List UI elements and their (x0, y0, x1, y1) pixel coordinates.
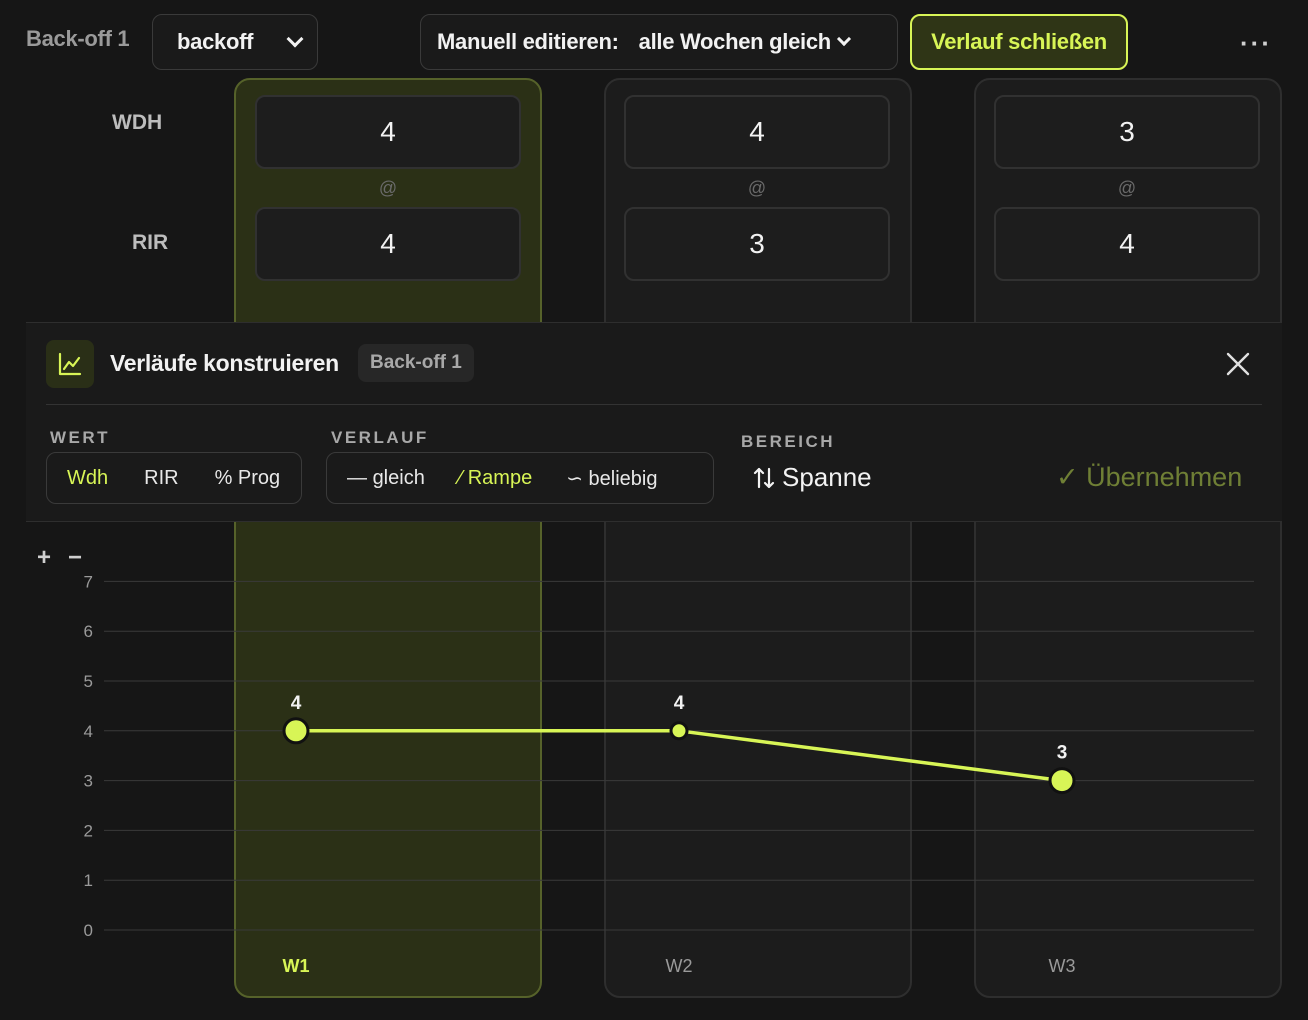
verlauf-label: VERLAUF (331, 428, 429, 447)
rir-row-label: RIR (132, 231, 169, 254)
wave-icon: ∽ (566, 467, 583, 490)
wert-option-rir[interactable]: RIR (144, 467, 178, 490)
edit-mode-label: Manuell editieren: (437, 29, 619, 54)
verlauf-segmented-control: — gleich ⁄ Rampe ∽ beliebig (326, 452, 714, 504)
x-category-label: W1 (283, 956, 310, 976)
range-value: Spanne (782, 462, 872, 492)
y-tick-label: 3 (84, 772, 93, 791)
wert-option-prog[interactable]: % Prog (215, 467, 281, 490)
wert-option-wdh[interactable]: Wdh (67, 467, 108, 490)
edit-mode-select[interactable]: Manuell editieren: alle Wochen gleich (420, 14, 898, 70)
progression-chart: 0 1 2 3 4 5 6 7 4 4 3 W1 W2 W3 (84, 572, 1254, 976)
panel-title: Verläufe konstruieren (110, 350, 339, 376)
data-label: 3 (1057, 743, 1068, 764)
y-tick-label: 5 (84, 672, 93, 691)
rir-input-w2[interactable]: 3 (624, 207, 890, 281)
at-separator: @ (1117, 178, 1137, 198)
data-label: 4 (291, 693, 302, 714)
bereich-label: BEREICH (741, 432, 836, 451)
verlauf-option-beliebig[interactable]: ∽ beliebig (566, 466, 657, 491)
reps-input-w2[interactable]: 4 (624, 95, 890, 169)
reps-row-label: WDH (112, 111, 163, 134)
y-tick-label: 7 (84, 572, 93, 591)
y-tick-label: 2 (84, 821, 93, 840)
set-type-value: backoff (177, 29, 254, 54)
y-tick-label: 6 (84, 622, 93, 641)
wert-segmented-control: Wdh RIR % Prog (46, 452, 302, 504)
close-history-button[interactable]: Verlauf schließen (910, 14, 1128, 70)
ramp-icon: ⁄ (458, 466, 463, 489)
more-options-icon[interactable]: ··· (1240, 28, 1272, 59)
set-badge: Back-off 1 (358, 344, 474, 382)
chevron-down-icon (836, 31, 851, 47)
reps-input-w3[interactable]: 3 (994, 95, 1260, 169)
chart-line-icon (46, 340, 94, 388)
wert-label: WERT (50, 428, 111, 447)
x-category-label: W3 (1049, 956, 1076, 976)
chevron-down-icon (286, 30, 304, 48)
rir-input-w3[interactable]: 4 (994, 207, 1260, 281)
range-toggle[interactable]: Spanne (752, 462, 872, 493)
apply-button[interactable]: ✓ Übernehmen (1056, 462, 1242, 493)
y-tick-label: 4 (84, 722, 93, 741)
data-point (1048, 767, 1076, 795)
x-category-label: W2 (666, 956, 693, 976)
edit-mode-value: alle Wochen gleich (638, 29, 832, 54)
at-separator: @ (378, 178, 398, 198)
data-label: 4 (674, 693, 685, 714)
at-separator: @ (747, 178, 767, 198)
flat-line-icon: — (347, 466, 367, 489)
verlauf-option-gleich[interactable]: — gleich (347, 467, 425, 490)
rir-input-w1[interactable]: 4 (255, 207, 521, 281)
reps-input-w1[interactable]: 4 (255, 95, 521, 169)
swap-vertical-icon (753, 467, 775, 488)
verlauf-option-rampe[interactable]: ⁄ Rampe (459, 467, 532, 490)
set-label: Back-off 1 (26, 26, 130, 51)
divider (46, 404, 1262, 405)
close-icon[interactable] (1224, 350, 1252, 378)
y-tick-label: 1 (84, 871, 93, 890)
data-point (669, 721, 689, 741)
data-point (282, 717, 310, 745)
set-type-select[interactable]: backoff (152, 14, 318, 70)
y-tick-label: 0 (84, 921, 93, 940)
